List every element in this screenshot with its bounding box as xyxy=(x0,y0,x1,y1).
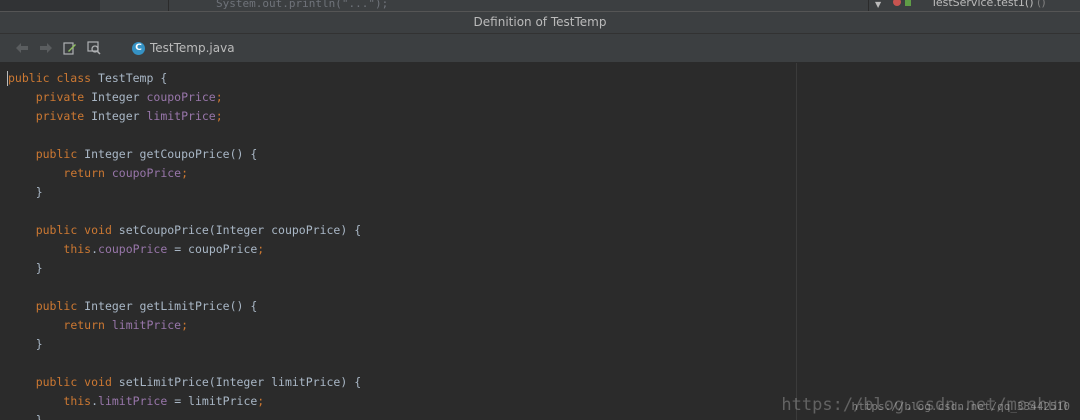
breakpoint-icon xyxy=(893,0,901,6)
code-token-kw: ; xyxy=(181,166,189,180)
code-token-kw: ; xyxy=(215,109,223,123)
code-token-field: limitPrice xyxy=(146,109,216,123)
code-editor[interactable]: public class TestTemp { private Integer … xyxy=(0,63,1080,420)
code-text: public class TestTemp { private Integer … xyxy=(8,69,361,420)
code-line: public Integer getLimitPrice() { xyxy=(8,297,361,316)
definition-popup: Definition of TestTemp C TestTemp.java p… xyxy=(0,11,1080,420)
popup-toolbar: C TestTemp.java xyxy=(0,34,1080,63)
code-token-kw: private xyxy=(35,109,92,123)
code-line: private Integer coupoPrice; xyxy=(8,88,361,107)
code-token-kw: return xyxy=(63,318,112,332)
code-line: return coupoPrice; xyxy=(8,164,361,183)
code-token-plain: Integer xyxy=(91,109,147,123)
code-token-kw: return xyxy=(63,166,112,180)
code-token-plain: TestTemp { xyxy=(98,71,168,85)
code-token-plain: } xyxy=(8,185,43,199)
method-icon xyxy=(905,0,911,6)
code-token-kw: ; xyxy=(257,242,265,256)
code-line: } xyxy=(8,183,361,202)
code-token-plain: . xyxy=(91,242,99,256)
code-line: } xyxy=(8,335,361,354)
code-token-kw: this xyxy=(63,394,92,408)
code-line: public class TestTemp { xyxy=(8,69,361,88)
code-token-kw: this xyxy=(63,242,92,256)
code-token-plain: Integer getCoupoPrice() { xyxy=(84,147,258,161)
expand-triangle-icon[interactable]: ▼ xyxy=(875,0,881,9)
code-token-plain: setCoupoPrice(Integer coupoPrice) { xyxy=(118,223,362,237)
code-token-kw: public xyxy=(35,299,85,313)
code-token-field: limitPrice xyxy=(98,394,168,408)
code-line: } xyxy=(8,411,361,420)
background-code-line: System.out.println("..."); xyxy=(216,0,389,10)
code-token-kw: public void xyxy=(35,375,119,389)
code-token-kw: private xyxy=(35,90,92,104)
java-class-icon: C xyxy=(132,41,145,55)
code-token-kw: ; xyxy=(181,318,189,332)
code-line: private Integer limitPrice; xyxy=(8,107,361,126)
find-usages-icon[interactable] xyxy=(86,40,102,56)
structure-method-item[interactable]: TestService.test1() () xyxy=(931,0,1046,9)
code-token-plain: } xyxy=(8,337,43,351)
right-margin-guide xyxy=(796,63,797,420)
code-token-kw: ; xyxy=(257,394,265,408)
code-token-plain: } xyxy=(8,261,43,275)
code-token-field: coupoPrice xyxy=(146,90,216,104)
code-line: return limitPrice; xyxy=(8,316,361,335)
code-line: this.limitPrice = limitPrice; xyxy=(8,392,361,411)
forward-arrow-icon[interactable] xyxy=(38,40,54,56)
code-token-plain: Integer xyxy=(91,90,147,104)
code-token-field: coupoPrice xyxy=(98,242,168,256)
code-token-plain: = limitPrice xyxy=(167,394,258,408)
code-token-plain: setLimitPrice(Integer limitPrice) { xyxy=(118,375,362,389)
code-line: public void setLimitPrice(Integer limitP… xyxy=(8,373,361,392)
code-token-field: coupoPrice xyxy=(111,166,182,180)
structure-method-suffix: () xyxy=(1037,0,1046,9)
code-line: this.coupoPrice = coupoPrice; xyxy=(8,240,361,259)
code-token-kw: ; xyxy=(215,90,223,104)
watermark-overlay-text: https://blog.csdn.net/qq_33442510 xyxy=(851,400,1070,413)
back-arrow-icon[interactable] xyxy=(14,40,30,56)
code-token-field: limitPrice xyxy=(111,318,182,332)
code-line: public void setCoupoPrice(Integer coupoP… xyxy=(8,221,361,240)
code-token-plain: Integer getLimitPrice() { xyxy=(84,299,258,313)
code-token-plain: . xyxy=(91,394,99,408)
ide-window: System.out.println("..."); ▼ TestService… xyxy=(0,0,1080,420)
code-token-kw: public xyxy=(35,147,85,161)
popup-title[interactable]: Definition of TestTemp xyxy=(0,12,1080,34)
code-token-kw: public void xyxy=(35,223,119,237)
code-token-kw: public class xyxy=(8,71,99,85)
code-token-plain: } xyxy=(8,413,43,420)
file-tab-label: TestTemp.java xyxy=(150,41,235,55)
code-line: public Integer getCoupoPrice() { xyxy=(8,145,361,164)
structure-method-label: TestService.test1() xyxy=(931,0,1034,9)
code-line: } xyxy=(8,259,361,278)
code-token-plain: = coupoPrice xyxy=(167,242,258,256)
file-tab-testtemp[interactable]: C TestTemp.java xyxy=(132,41,235,55)
edit-source-icon[interactable] xyxy=(62,40,78,56)
